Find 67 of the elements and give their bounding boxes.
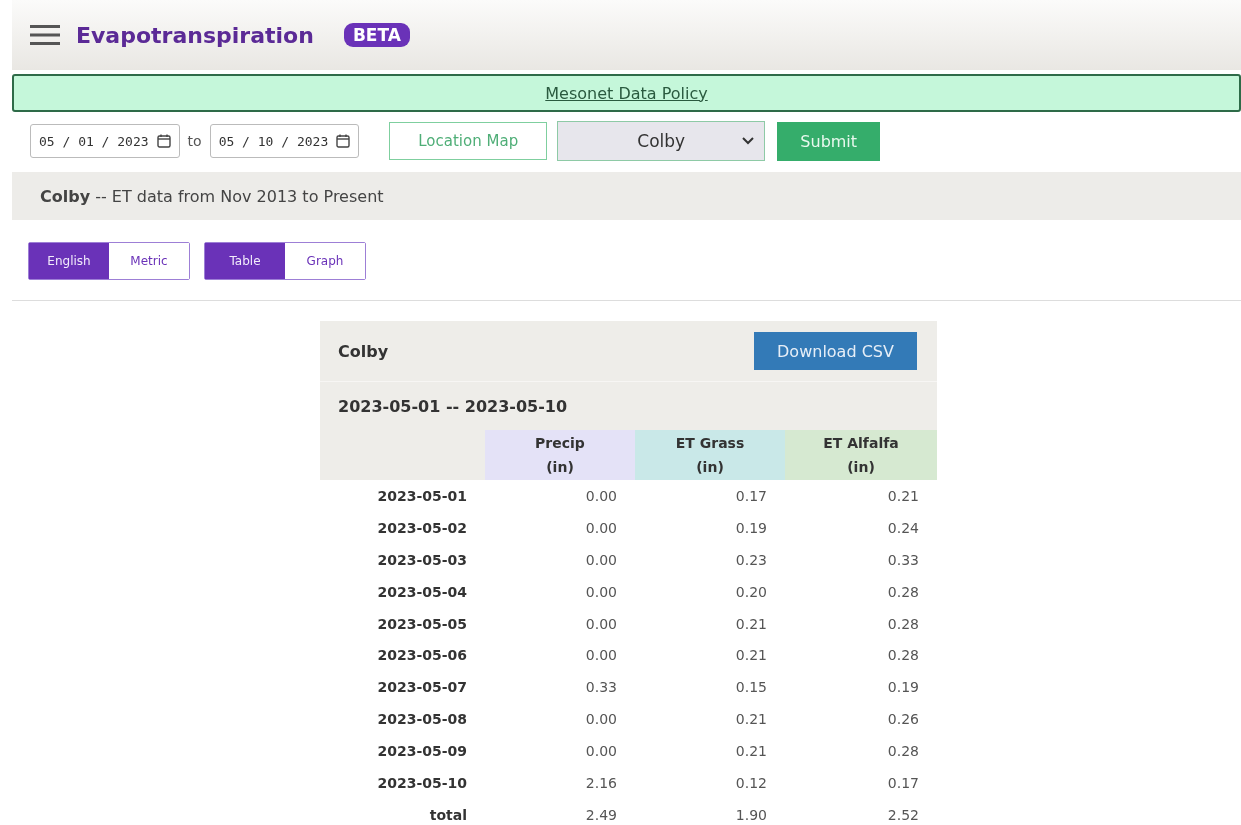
policy-link[interactable]: Mesonet Data Policy — [545, 83, 708, 103]
app-title: Evapotranspiration — [76, 22, 314, 48]
table-cell-text: 0.20 — [734, 582, 768, 602]
table-cell-text: 2.16 — [584, 773, 618, 793]
table-cell-text: 0.28 — [886, 614, 920, 634]
calendar-icon[interactable] — [156, 134, 171, 148]
table-cell-text: 0.21 — [734, 614, 768, 634]
table-cell-text: 2.49 — [584, 805, 618, 825]
table-cell-text: 0.21 — [734, 646, 768, 666]
row-label: 2023-05-03 — [376, 550, 468, 570]
row-label: total — [428, 805, 468, 825]
row-label: 2023-05-05 — [376, 614, 468, 634]
row-label: 2023-05-09 — [376, 742, 468, 762]
table-cell-text: 0.12 — [734, 773, 768, 793]
row-label: 2023-05-08 — [376, 710, 468, 730]
table-cell-text: 0.00 — [584, 646, 618, 666]
row-label: 2023-05-06 — [376, 646, 468, 666]
row-label: 2023-05-02 — [376, 518, 468, 538]
table-cell-text: 0.33 — [886, 550, 920, 570]
column-unit: (in) — [696, 458, 724, 477]
table-cell-text: 0.28 — [886, 742, 920, 762]
table-cell-text: 1.90 — [734, 805, 768, 825]
toggle-button[interactable]: Table — [205, 243, 285, 279]
column-unit: (in) — [546, 458, 574, 477]
row-label: 2023-05-04 — [376, 582, 468, 602]
table-cell-text: 0.15 — [734, 678, 768, 698]
row-label: 2023-05-01 — [376, 486, 468, 506]
column-name: ET Grass — [675, 434, 745, 453]
table-cell-text: 0.26 — [886, 710, 920, 730]
calendar-icon[interactable] — [336, 134, 351, 148]
column-name: ET Alfalfa — [823, 434, 899, 453]
table-cell-text: 0.21 — [734, 742, 768, 762]
end-date-field[interactable]: 05 / 10 / 2023 — [209, 124, 360, 158]
table-cell-text: 0.00 — [584, 614, 618, 634]
menu-icon[interactable] — [30, 24, 60, 46]
table-cell-text: 0.28 — [886, 646, 920, 666]
date-range: 2023-05-01 -- 2023-05-10 — [338, 396, 568, 416]
row-label: 2023-05-10 — [376, 773, 468, 793]
table-cell-text: 0.00 — [584, 486, 618, 506]
column-name: Precip — [535, 434, 585, 453]
station-info: Colby -- ET data from Nov 2013 to Present — [40, 186, 384, 206]
table-cell-text: 0.24 — [886, 518, 920, 538]
row-label: 2023-05-07 — [376, 678, 468, 698]
table-cell-text: 0.17 — [886, 773, 920, 793]
station-dropdown[interactable]: Colby — [557, 121, 766, 161]
toggle-button[interactable]: English — [29, 243, 109, 279]
date-separator: to — [187, 133, 202, 149]
start-date-field[interactable]: 05 / 01 / 2023 — [30, 124, 180, 158]
column-unit: (in) — [847, 458, 875, 477]
table-cell-text: 0.21 — [734, 710, 768, 730]
table-cell-text: 0.19 — [734, 518, 768, 538]
table-title: Colby — [338, 341, 389, 361]
download-csv-button[interactable]: Download CSV — [754, 332, 917, 370]
table-cell-text: 0.17 — [734, 486, 768, 506]
table-cell-text: 0.28 — [886, 582, 920, 602]
table-cell-text: 0.21 — [886, 486, 920, 506]
table-cell-text: 2.52 — [886, 805, 920, 825]
table-cell-text: 0.00 — [584, 582, 618, 602]
table-cell-text: 0.19 — [886, 678, 920, 698]
table-cell-text: 0.00 — [584, 550, 618, 570]
chevron-icon — [742, 137, 755, 145]
table-cell-text: 0.00 — [584, 742, 618, 762]
table-cell-text: 0.00 — [584, 710, 618, 730]
table-cell-text: 0.33 — [584, 678, 618, 698]
beta-badge: BETA — [343, 23, 410, 47]
table-cell-text: 0.00 — [584, 518, 618, 538]
table-cell-text: 0.23 — [734, 550, 768, 570]
